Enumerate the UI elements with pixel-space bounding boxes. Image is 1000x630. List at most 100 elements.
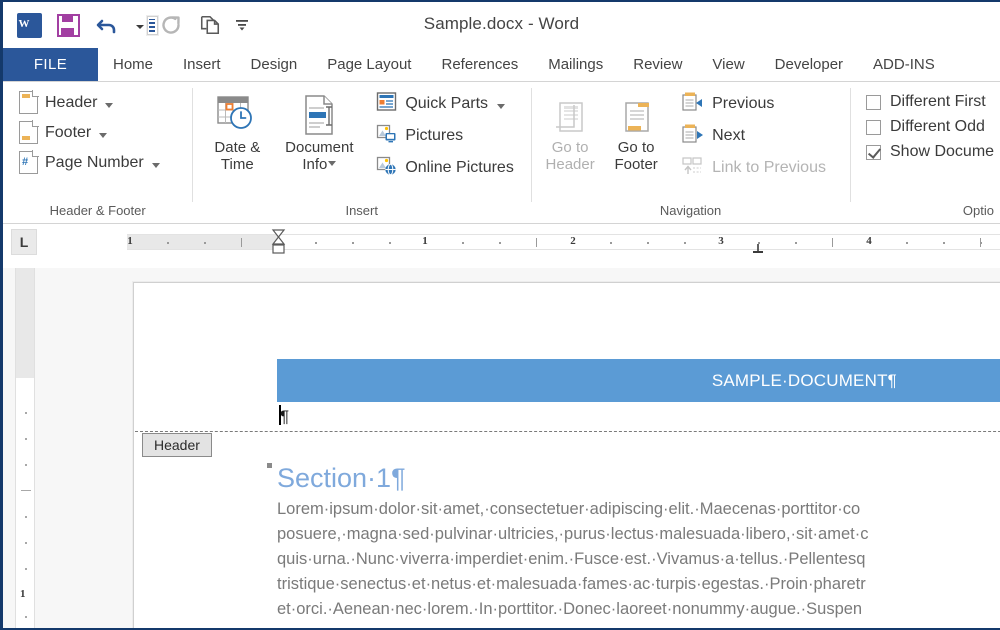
body-line: tristique·senectus·et·netus·et·malesuada… (277, 572, 1000, 597)
previous-button[interactable]: Previous (677, 90, 830, 118)
page-number-button-label: Page Number (45, 154, 144, 172)
save-icon[interactable] (50, 8, 86, 42)
next-icon (681, 123, 704, 149)
different-odd-even-checkbox[interactable]: Different Odd (866, 118, 994, 136)
chevron-down-icon[interactable] (105, 103, 113, 108)
date-and-time-label-line1: Date & (214, 139, 260, 156)
body-line: quis·urna.·Nunc·viverra·imperdiet·enim.·… (277, 547, 1000, 572)
tab-page-layout[interactable]: Page Layout (312, 48, 426, 81)
pictures-label: Pictures (405, 127, 463, 145)
go-to-header-button[interactable]: Go to Header (537, 87, 603, 202)
tab-mailings[interactable]: Mailings (533, 48, 618, 81)
checkbox-icon[interactable] (866, 95, 881, 110)
go-to-header-label-line1: Go to (552, 139, 589, 156)
tab-file[interactable]: FILE (3, 48, 98, 81)
tab-stop-marker[interactable] (752, 241, 764, 251)
tab-home[interactable]: Home (98, 48, 168, 81)
ruler-number-4: 4 (866, 235, 872, 247)
online-pictures-button[interactable]: Online Pictures (372, 154, 518, 182)
vertical-ruler-number: 1 (20, 588, 26, 600)
link-to-previous-button[interactable]: Link to Previous (677, 154, 830, 182)
go-to-footer-button[interactable]: Go to Footer (603, 87, 669, 202)
ruler-number-2: 2 (570, 235, 576, 247)
chevron-down-icon[interactable] (328, 161, 336, 166)
customize-qat-icon[interactable] (231, 8, 253, 42)
group-label-options: Optio (850, 202, 1000, 224)
heading-collapse-marker[interactable] (267, 463, 272, 468)
page-number-button[interactable]: # Page Number (15, 149, 166, 176)
chevron-down-icon[interactable] (497, 104, 505, 109)
go-to-footer-label-line2: Footer (614, 156, 657, 173)
ribbon-group-navigation: Go to Header (531, 82, 850, 224)
footer-icon (19, 121, 38, 144)
tab-add-ins[interactable]: ADD-INS (858, 48, 950, 81)
chevron-down-icon[interactable] (152, 163, 160, 168)
group-label-header-footer: Header & Footer (3, 202, 192, 224)
ribbon: Header Footer # Page Numb (3, 82, 1000, 224)
header-banner[interactable]: SAMPLE·DOCUMENT¶ (277, 359, 1000, 402)
indent-markers[interactable] (271, 229, 285, 264)
go-to-header-icon (548, 91, 592, 139)
tab-view[interactable]: View (697, 48, 759, 81)
previous-icon (681, 91, 704, 117)
date-time-icon (214, 91, 260, 139)
redo-icon[interactable] (153, 8, 189, 42)
document-info-button[interactable]: Document Info (276, 87, 362, 202)
previous-label: Previous (712, 95, 774, 113)
vertical-ruler[interactable]: 1 (15, 268, 35, 630)
different-first-page-checkbox[interactable]: Different First (866, 93, 994, 111)
document-area: 1 SAMPLE·DOCUMENT¶ ¶ Header Section·1¶ L… (3, 268, 1000, 630)
next-button[interactable]: Next (677, 122, 830, 150)
document-body-text[interactable]: Lorem·ipsum·dolor·sit·amet,·consectetuer… (277, 497, 1000, 622)
quick-parts-button[interactable]: Quick Parts (372, 90, 518, 118)
date-and-time-button[interactable]: Date & Time (198, 87, 276, 202)
ribbon-group-insert: Date & Time (192, 82, 531, 224)
document-info-icon (296, 91, 342, 139)
different-odd-even-label: Different Odd (890, 118, 985, 136)
chevron-down-icon[interactable] (99, 133, 107, 138)
horizontal-ruler[interactable]: 1 1 2 3 4 (127, 234, 1000, 250)
go-to-footer-icon (614, 91, 658, 139)
body-line: posuere,·magna·sed·pulvinar·ultricies,·p… (277, 522, 1000, 547)
ruler-number-1-left: 1 (127, 235, 133, 247)
header-area-tag: Header (142, 433, 212, 457)
different-first-page-label: Different First (890, 93, 986, 111)
link-to-previous-icon (681, 155, 704, 181)
body-line: Lorem·ipsum·dolor·sit·amet,·consectetuer… (277, 497, 1000, 522)
date-and-time-label-line2: Time (221, 156, 254, 173)
title-bar: W (3, 2, 1000, 48)
quick-access-toolbar: W (3, 8, 253, 42)
tab-developer[interactable]: Developer (760, 48, 858, 81)
quick-parts-label: Quick Parts (405, 95, 488, 113)
word-application-window: W (0, 0, 1000, 630)
online-pictures-label: Online Pictures (405, 159, 514, 177)
header-icon (19, 91, 38, 114)
footer-button-label: Footer (45, 124, 91, 142)
show-document-text-checkbox[interactable]: Show Docume (866, 143, 994, 161)
ruler-number-1: 1 (422, 235, 428, 247)
document-page[interactable]: SAMPLE·DOCUMENT¶ ¶ Header Section·1¶ Lor… (133, 282, 1000, 630)
document-info-label-line2: Info (302, 156, 327, 173)
copy-icon[interactable] (192, 8, 228, 42)
show-document-text-label: Show Docume (890, 143, 994, 161)
header-button[interactable]: Header (15, 89, 166, 116)
tab-insert[interactable]: Insert (168, 48, 236, 81)
pictures-button[interactable]: Pictures (372, 122, 518, 150)
tab-stop-selector[interactable]: L (11, 229, 37, 255)
page-number-icon: # (19, 151, 38, 174)
ruler-row: L 1 1 2 3 4 (3, 224, 1000, 268)
footer-button[interactable]: Footer (15, 119, 166, 146)
undo-icon[interactable] (89, 8, 125, 42)
word-logo-icon[interactable]: W (11, 8, 47, 42)
body-line: et·orci.·Aenean·nec·lorem.·In·porttitor.… (277, 597, 1000, 622)
group-label-navigation: Navigation (531, 202, 850, 224)
header-boundary-line (135, 431, 1000, 432)
online-pictures-icon (376, 155, 397, 181)
go-to-header-label-line2: Header (546, 156, 595, 173)
section-heading: Section·1¶ (277, 463, 406, 494)
tab-review[interactable]: Review (618, 48, 697, 81)
tab-references[interactable]: References (426, 48, 533, 81)
checkbox-icon[interactable] (866, 120, 881, 135)
checkbox-checked-icon[interactable] (866, 145, 881, 160)
tab-design[interactable]: Design (236, 48, 313, 81)
